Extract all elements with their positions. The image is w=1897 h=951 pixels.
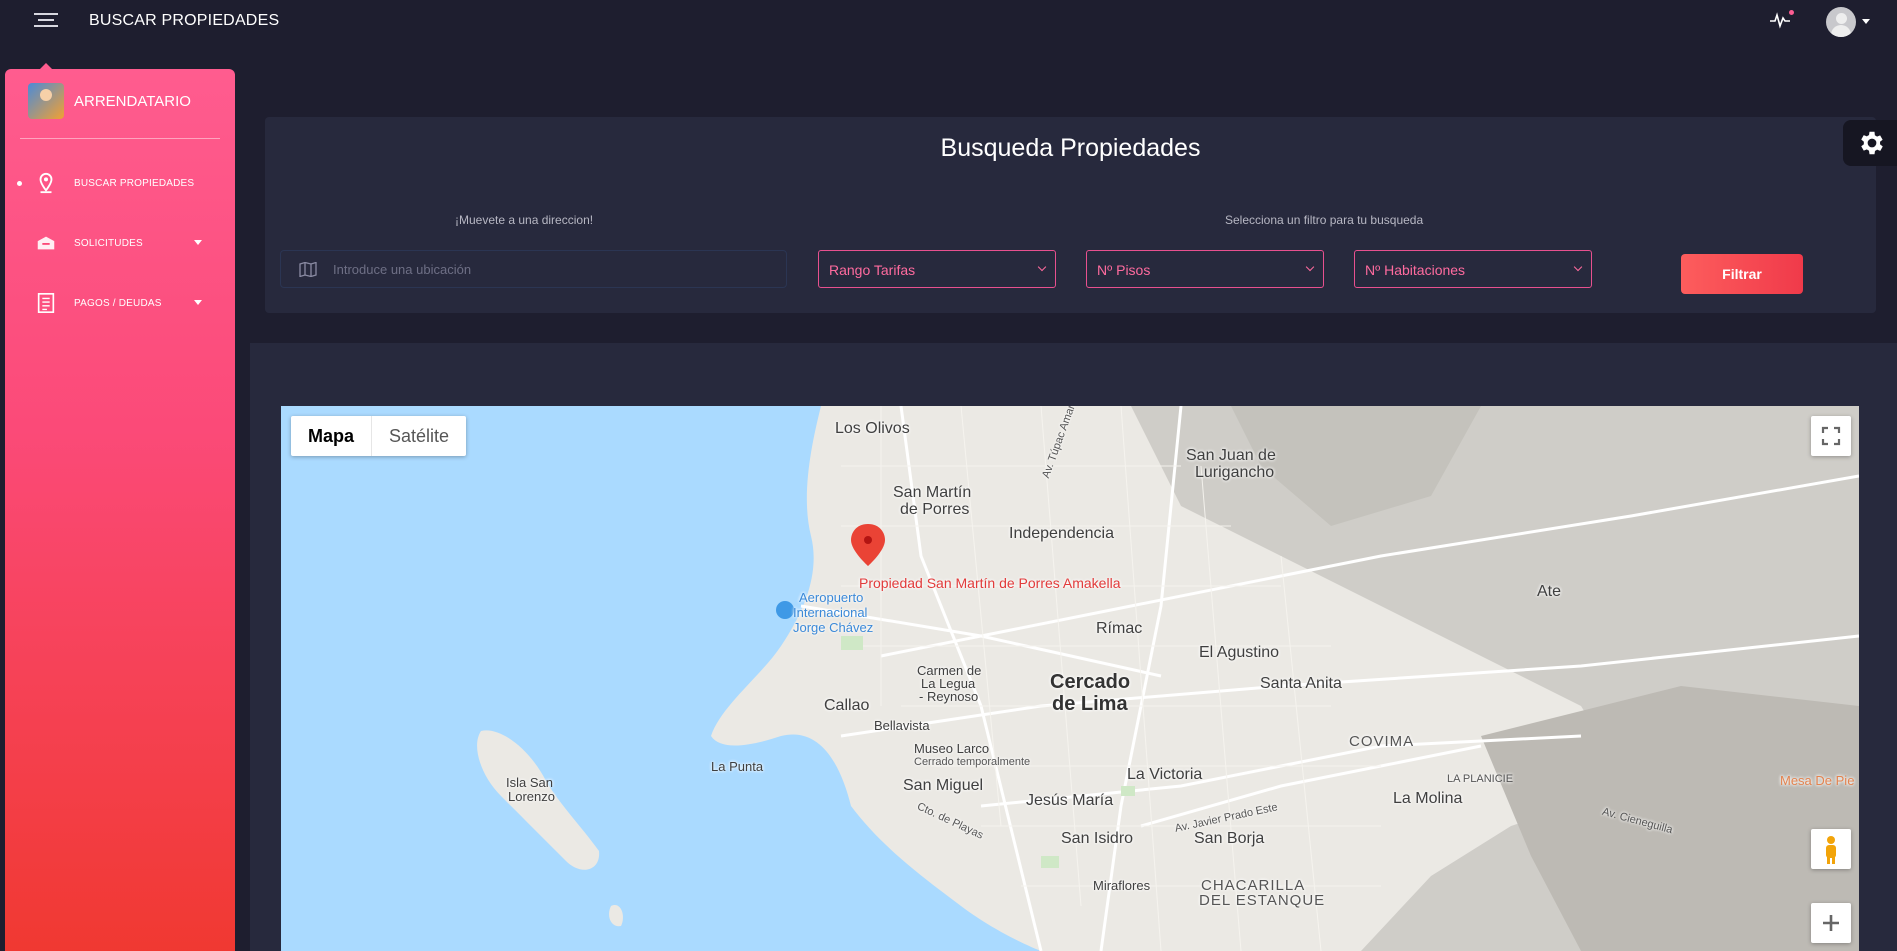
- map-label: Cerrado temporalmente: [914, 756, 1031, 768]
- sidebar-item-label: BUSCAR PROPIEDADES: [74, 177, 195, 189]
- map-label: Miraflores: [1093, 878, 1151, 893]
- sidebar: ARRENDATARIO BUSCAR PROPIEDADES SOLICITU…: [5, 63, 235, 951]
- select-value: Rango Tarifas: [829, 262, 916, 278]
- chevron-down-icon: [1037, 262, 1047, 272]
- chevron-down-icon: [1573, 262, 1583, 272]
- map-type-mapa[interactable]: Mapa: [291, 416, 371, 456]
- property-marker-label[interactable]: Propiedad San Martín de Porres Amakella: [859, 575, 1120, 591]
- sidebar-role-title: ARRENDATARIO: [74, 92, 191, 110]
- user-avatar[interactable]: [1826, 7, 1856, 37]
- map-label: - Reynoso: [919, 689, 979, 704]
- map-label: Lurigancho: [1195, 464, 1275, 481]
- user-role-logo: [28, 83, 64, 119]
- chevron-down-icon: [194, 300, 202, 305]
- map-label: Internacional: [793, 605, 868, 620]
- map-label: Bellavista: [874, 718, 930, 733]
- location-label: ¡Muevete a una direccion!: [455, 213, 594, 227]
- select-n-pisos[interactable]: Nº Pisos: [1086, 250, 1324, 288]
- location-input[interactable]: [333, 251, 773, 287]
- select-value: Nº Pisos: [1097, 262, 1151, 278]
- map-label: San Isidro: [1061, 830, 1134, 847]
- plus-icon: [1823, 915, 1839, 931]
- filter-label: Selecciona un filtro para tu busqueda: [1225, 213, 1424, 227]
- active-bullet: [17, 180, 22, 186]
- map-type-toggle: Mapa Satélite: [291, 416, 467, 456]
- activity-icon[interactable]: [1770, 10, 1794, 30]
- sidebar-item-label: SOLICITUDES: [74, 237, 143, 249]
- notification-dot: [1789, 10, 1794, 15]
- gear-icon: [1861, 131, 1883, 155]
- top-navbar: BUSCAR PROPIEDADES: [0, 0, 1897, 44]
- map-label: El Agustino: [1199, 644, 1280, 661]
- chevron-down-icon[interactable]: [1862, 19, 1870, 24]
- inbox-icon: [37, 236, 55, 250]
- search-title: Busqueda Propiedades: [940, 134, 1201, 162]
- select-rango-tarifas[interactable]: Rango Tarifas: [818, 250, 1056, 288]
- map-type-satelite[interactable]: Satélite: [371, 416, 466, 456]
- map-label: San Juan de: [1186, 447, 1276, 464]
- map-label: Jorge Chávez: [793, 620, 874, 635]
- map-label: DEL ESTANQUE: [1199, 892, 1326, 909]
- sidebar-item-buscar-propiedades[interactable]: BUSCAR PROPIEDADES: [5, 163, 235, 203]
- zoom-in-button[interactable]: [1811, 903, 1851, 943]
- filter-button[interactable]: Filtrar: [1681, 254, 1803, 294]
- map-label: Museo Larco: [914, 741, 990, 756]
- location-field: [280, 250, 787, 288]
- select-value: Nº Habitaciones: [1365, 262, 1466, 278]
- map-label: Mesa De Pie: [1780, 773, 1855, 788]
- map-label: COVIMA: [1349, 733, 1415, 750]
- map-label: La Molina: [1393, 790, 1463, 807]
- chevron-down-icon: [1305, 262, 1315, 272]
- map-label: La Punta: [711, 759, 764, 774]
- map-view[interactable]: Los Olivos San Juan de Lurigancho San Ma…: [281, 406, 1859, 951]
- fullscreen-icon: [1821, 426, 1841, 446]
- map-label: Rímac: [1096, 620, 1143, 637]
- map-label: Independencia: [1009, 525, 1114, 542]
- map-label: San Miguel: [903, 777, 984, 794]
- fullscreen-button[interactable]: [1811, 416, 1851, 456]
- map-label: Jesús María: [1026, 792, 1114, 809]
- map-label: San Martín: [893, 484, 972, 501]
- map-label: Ate: [1537, 583, 1562, 600]
- map-icon: [299, 262, 317, 277]
- page-title: BUSCAR PROPIEDADES: [89, 12, 280, 29]
- map-label: Cercado: [1050, 671, 1131, 693]
- settings-button[interactable]: [1843, 120, 1897, 166]
- map-label: de Porres: [900, 501, 970, 518]
- map-label: de Lima: [1052, 693, 1128, 715]
- menu-toggle-icon[interactable]: [34, 13, 58, 31]
- sidebar-divider: [20, 138, 220, 139]
- sidebar-item-solicitudes[interactable]: SOLICITUDES: [5, 223, 235, 263]
- sidebar-item-label: PAGOS / DEUDAS: [74, 297, 162, 309]
- map-label: Aeropuerto: [799, 590, 864, 605]
- map-label: Callao: [824, 697, 870, 714]
- select-n-habitaciones[interactable]: Nº Habitaciones: [1354, 250, 1592, 288]
- receipt-icon: [37, 293, 55, 313]
- map-label: San Borja: [1194, 830, 1265, 847]
- search-card: Busqueda Propiedades ¡Muevete a una dire…: [265, 117, 1876, 313]
- map-label: Lorenzo: [508, 789, 555, 804]
- map-label: Isla San: [506, 775, 553, 790]
- map-label: LA PLANICIE: [1447, 773, 1514, 785]
- sidebar-item-pagos-deudas[interactable]: PAGOS / DEUDAS: [5, 283, 235, 323]
- pegman-icon: [1826, 836, 1836, 864]
- chevron-down-icon: [194, 240, 202, 245]
- map-pin-person-icon: [39, 172, 53, 194]
- sidebar-header: ARRENDATARIO: [28, 83, 191, 119]
- map-label: Los Olivos: [835, 420, 910, 437]
- map-label: La Victoria: [1127, 766, 1203, 783]
- street-view-button[interactable]: [1811, 829, 1851, 869]
- map-label: Santa Anita: [1260, 675, 1342, 692]
